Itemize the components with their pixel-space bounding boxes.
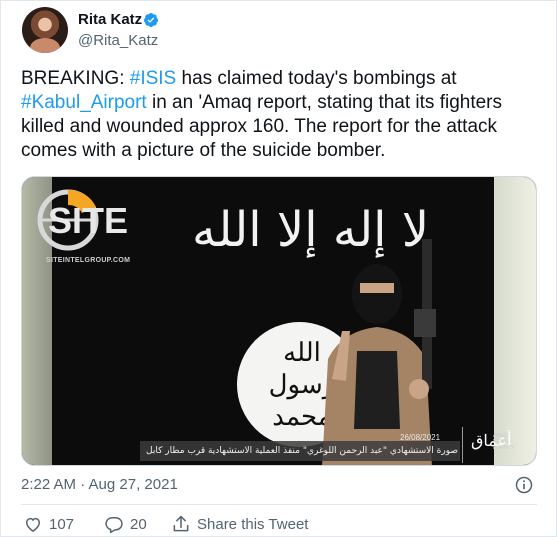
amaq-logo-english: AMAQ NEWS AGENCY	[493, 433, 515, 451]
site-watermark-text: SITE	[48, 200, 128, 241]
reply-icon	[105, 517, 123, 534]
like-button[interactable]: 107	[23, 513, 74, 535]
caption-text: صورة الاستشهادي "عبد الرحمن اللوغري" منف…	[146, 446, 458, 456]
verified-badge-icon	[143, 13, 158, 27]
tweet-timestamp[interactable]: 2:22 AM · Aug 27, 2021	[21, 476, 178, 493]
author-name[interactable]: Rita Katz	[78, 11, 142, 28]
like-count: 107	[49, 515, 75, 533]
hashtag-link-isis[interactable]: #ISIS	[130, 68, 176, 89]
tweet-text-part: BREAKING:	[21, 68, 130, 89]
reply-count: 20	[130, 515, 147, 533]
wall-right	[494, 177, 536, 465]
tweet-text: BREAKING: #ISIS has claimed today's bomb…	[21, 67, 541, 163]
bomber-figure	[322, 239, 436, 465]
share-button[interactable]: Share this Tweet	[171, 513, 308, 535]
author-handle[interactable]: @Rita_Katz	[78, 32, 158, 49]
heart-icon	[25, 517, 41, 532]
share-label: Share this Tweet	[197, 515, 309, 533]
divider	[21, 504, 537, 505]
avatar[interactable]	[22, 7, 68, 53]
site-watermark-logo: SITE	[37, 189, 128, 251]
caption-date: 26/08/2021	[400, 433, 441, 442]
share-icon	[173, 515, 189, 532]
info-icon[interactable]	[514, 475, 534, 495]
hashtag-link-kabul-airport[interactable]: #Kabul_Airport	[21, 92, 147, 113]
amaq-logo: أعماق AMAQ NEWS AGENCY	[462, 427, 516, 463]
tweet-card: Rita Katz @Rita_Katz BREAKING: #ISIS has…	[0, 0, 557, 537]
reply-button[interactable]: 20	[104, 513, 147, 535]
site-watermark-url: SITEINTELGROUP.COM	[46, 257, 131, 264]
tweet-text-part: has claimed today's bombings at	[176, 68, 457, 89]
avatar-shirt	[30, 38, 60, 53]
tweet-media-image[interactable]: لا إله إلا الله الله رسول محمد SITE SITE…	[21, 176, 537, 466]
